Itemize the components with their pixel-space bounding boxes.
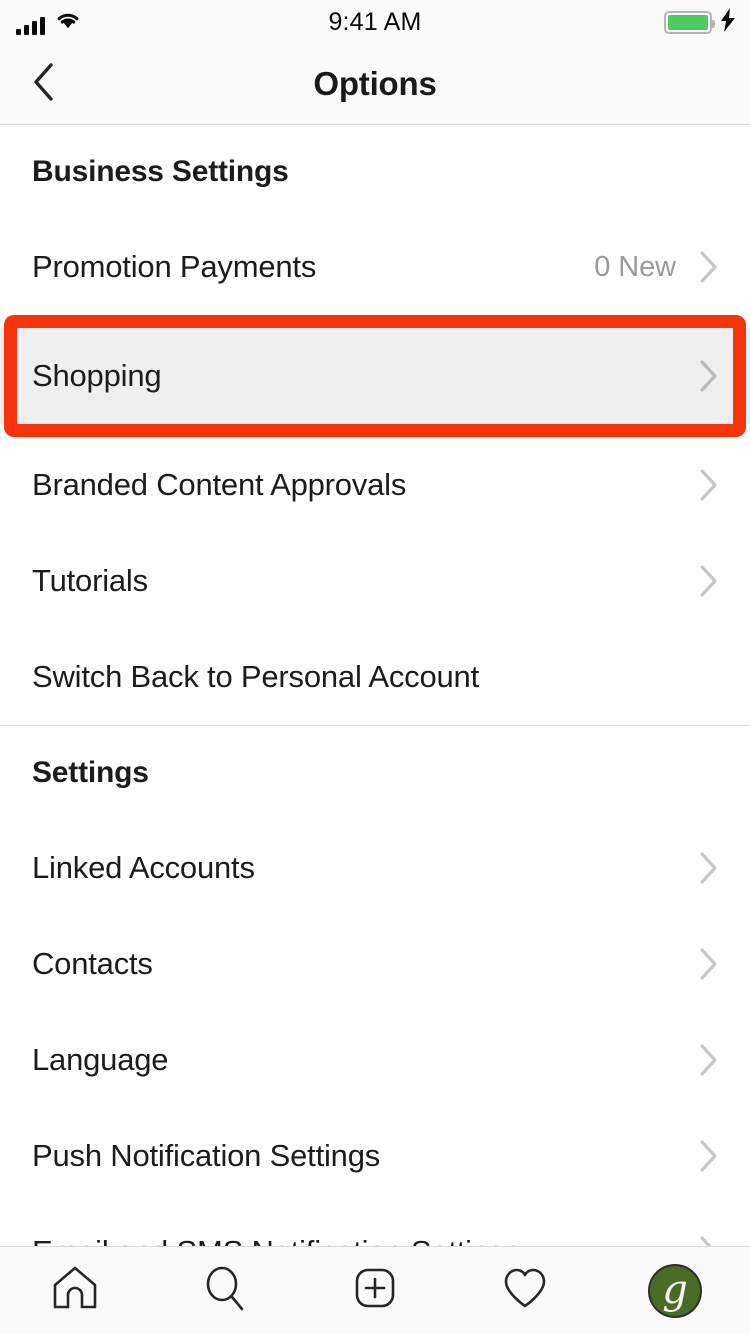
section-header-business-settings: Business Settings bbox=[32, 155, 289, 188]
chevron-right-icon bbox=[698, 359, 720, 393]
row-label: Push Notification Settings bbox=[32, 1138, 381, 1173]
chevron-right-icon bbox=[698, 851, 720, 885]
row-linked-accounts[interactable]: Linked Accounts bbox=[0, 820, 750, 916]
chevron-right-icon bbox=[698, 947, 720, 981]
section-header-settings: Settings bbox=[32, 756, 149, 789]
row-push-notification-settings[interactable]: Push Notification Settings bbox=[0, 1108, 750, 1204]
tab-profile[interactable]: g bbox=[600, 1247, 750, 1334]
options-list[interactable]: Business Settings Promotion Payments 0 N… bbox=[0, 125, 750, 1246]
chevron-right-icon bbox=[698, 1235, 720, 1246]
row-tutorials[interactable]: Tutorials bbox=[0, 533, 750, 629]
row-contacts[interactable]: Contacts bbox=[0, 916, 750, 1012]
page-title: Options bbox=[313, 65, 437, 102]
add-post-icon bbox=[349, 1262, 401, 1319]
row-label: Switch Back to Personal Account bbox=[32, 659, 479, 694]
chevron-right-icon bbox=[698, 250, 720, 284]
row-shopping[interactable]: Shopping bbox=[0, 328, 750, 424]
row-label: Contacts bbox=[32, 946, 153, 981]
status-bar: 9:41 AM bbox=[0, 0, 750, 44]
row-label: Branded Content Approvals bbox=[32, 467, 407, 502]
row-branded-content-approvals[interactable]: Branded Content Approvals bbox=[0, 437, 750, 533]
navigation-bar: Options bbox=[0, 44, 750, 125]
row-value-badge: 0 New bbox=[594, 250, 676, 283]
tab-activity[interactable] bbox=[450, 1247, 600, 1334]
chevron-right-icon bbox=[698, 564, 720, 598]
row-label: Shopping bbox=[32, 358, 162, 393]
avatar-monogram: g bbox=[662, 1266, 688, 1313]
heart-activity-icon bbox=[499, 1262, 551, 1319]
home-icon bbox=[49, 1262, 101, 1319]
row-label: Linked Accounts bbox=[32, 850, 255, 885]
row-language[interactable]: Language bbox=[0, 1012, 750, 1108]
chevron-right-icon bbox=[698, 468, 720, 502]
row-email-and-sms-notification-settings[interactable]: Email and SMS Notification Settings bbox=[0, 1204, 750, 1246]
row-label: Tutorials bbox=[32, 563, 148, 598]
charging-bolt-icon bbox=[720, 7, 736, 37]
status-bar-clock: 9:41 AM bbox=[328, 7, 422, 36]
tab-add-post[interactable] bbox=[300, 1247, 450, 1334]
profile-avatar-icon: g bbox=[648, 1263, 702, 1318]
row-switch-back-to-personal-account[interactable]: Switch Back to Personal Account bbox=[0, 629, 750, 725]
phone-screen: 9:41 AM Options Business Settings Promot… bbox=[0, 0, 750, 1334]
bottom-tab-bar: g bbox=[0, 1246, 750, 1334]
highlighted-row-container: Shopping bbox=[0, 315, 750, 437]
search-icon bbox=[199, 1262, 251, 1319]
chevron-right-icon bbox=[698, 1043, 720, 1077]
chevron-right-icon bbox=[698, 1139, 720, 1173]
row-label: Promotion Payments bbox=[32, 249, 317, 284]
tab-home[interactable] bbox=[0, 1247, 150, 1334]
row-promotion-payments[interactable]: Promotion Payments 0 New bbox=[0, 219, 750, 315]
tab-search[interactable] bbox=[150, 1247, 300, 1334]
row-label: Email and SMS Notification Settings bbox=[32, 1234, 698, 1246]
row-label: Language bbox=[32, 1042, 169, 1077]
battery-full-icon bbox=[664, 10, 715, 34]
status-bar-right bbox=[664, 7, 736, 37]
